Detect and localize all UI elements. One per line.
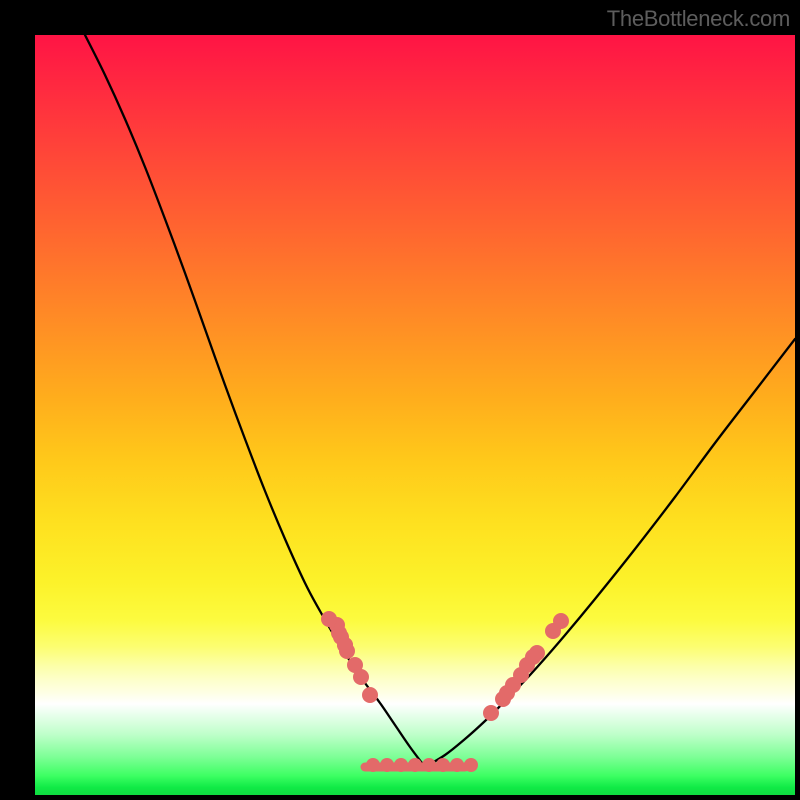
data-dot [337, 637, 353, 653]
right-curve [425, 339, 795, 767]
data-dots [321, 611, 569, 772]
chart-frame: TheBottleneck.com [0, 0, 800, 800]
data-dot [380, 758, 394, 772]
data-dot [450, 758, 464, 772]
watermark-text: TheBottleneck.com [607, 6, 790, 32]
data-dot [483, 705, 499, 721]
data-dot [553, 613, 569, 629]
data-dot [362, 687, 378, 703]
data-dot [422, 758, 436, 772]
data-dot [394, 758, 408, 772]
data-dot [464, 758, 478, 772]
data-dot [525, 649, 541, 665]
data-dot [353, 669, 369, 685]
plot-area [35, 35, 795, 795]
data-dot [436, 758, 450, 772]
chart-svg [35, 35, 795, 795]
data-dot [408, 758, 422, 772]
data-dot [366, 758, 380, 772]
data-dot [321, 611, 337, 627]
left-curve [85, 35, 425, 767]
